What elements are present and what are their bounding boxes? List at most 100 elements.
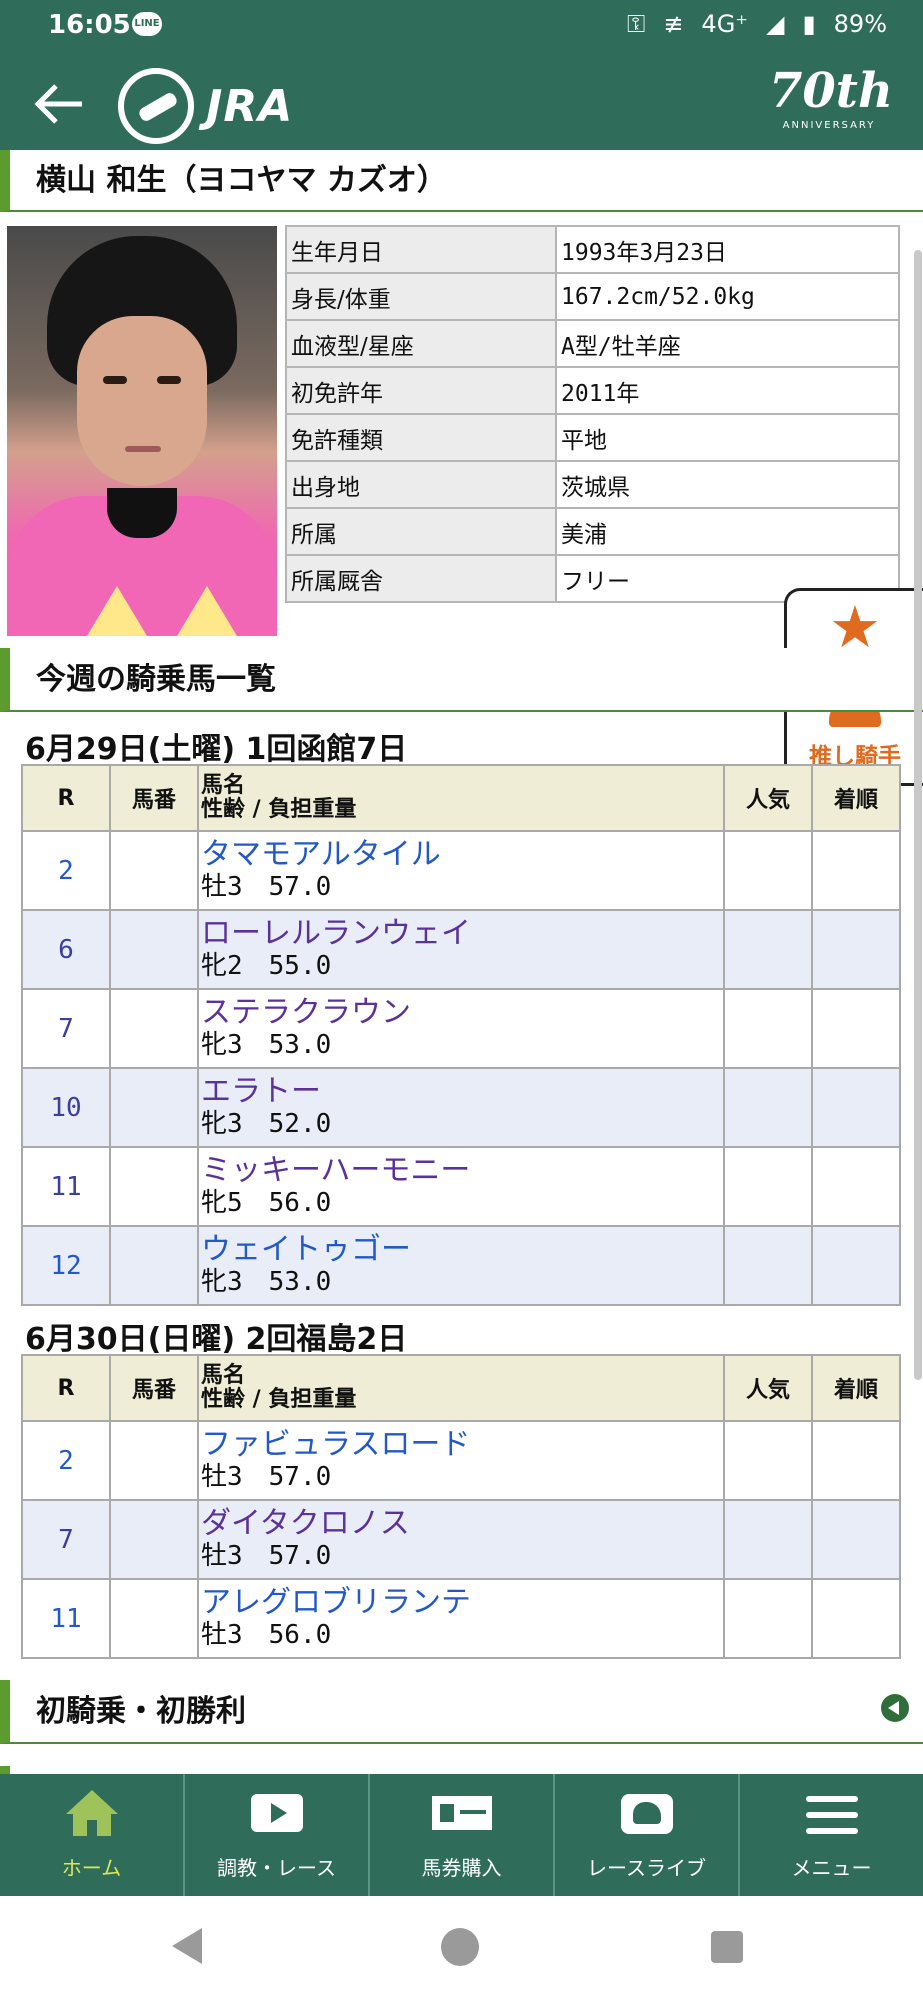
nav-ticket-label: 馬券購入 [421, 1856, 502, 1880]
header-r: R [21, 1354, 111, 1422]
profile-value: 美浦 [555, 507, 900, 556]
horse-sex-age-weight: 牝5 56.0 [201, 1187, 332, 1218]
header-horse-meta: 性齢 / 負担重量 [201, 1387, 357, 1412]
status-icons: ⚿ ≢ 4G⁺ ◢ ▮ 89% [627, 10, 887, 38]
anniversary-text: ANNIVERSARY [782, 120, 876, 131]
horse-number [109, 1225, 199, 1306]
horse-cell: ローレルランウェイ 牝2 55.0 [197, 909, 725, 990]
header-umaban: 馬番 [109, 764, 199, 832]
header-r: R [21, 764, 111, 832]
horse-number [109, 1067, 199, 1148]
horse-name-link[interactable]: ファビュラスロード [201, 1428, 723, 1461]
vpn-key-icon: ⚿ [627, 10, 646, 38]
system-recents-icon[interactable] [711, 1931, 743, 1963]
profile-value: A型/牡羊座 [555, 319, 900, 368]
ticket-icon [431, 1796, 492, 1830]
profile-value: 2011年 [555, 366, 900, 415]
race-number[interactable]: 2 [21, 1420, 111, 1501]
horse-cell: アレグロブリランテ 牡3 56.0 [197, 1578, 725, 1659]
race-row: 6 ローレルランウェイ 牝2 55.0 [21, 909, 901, 990]
race-table-day1: R 馬番 馬名 性齢 / 負担重量 人気 着順 2 タマモアルタイル 牡3 57.0 6… [21, 764, 901, 1306]
finish-cell [811, 1146, 901, 1227]
profile-label: 出身地 [285, 460, 557, 509]
popularity-cell [723, 830, 813, 911]
first-ride-section[interactable]: 初騎乗・初勝利 [0, 1680, 923, 1744]
nav-home-label: ホーム [61, 1856, 122, 1880]
horse-sex-age-weight: 牝3 53.0 [201, 1029, 332, 1060]
back-arrow-icon[interactable] [30, 74, 90, 134]
system-home-icon[interactable] [441, 1928, 479, 1966]
header-ninki: 人気 [723, 1354, 813, 1422]
header-horse: 馬名 性齢 / 負担重量 [197, 1354, 725, 1422]
finish-cell [811, 830, 901, 911]
live-icon [620, 1794, 673, 1834]
header-chakujun: 着順 [811, 1354, 901, 1422]
profile-row: 初免許年 2011年 [285, 366, 900, 415]
nav-race-live[interactable]: レースライブ [555, 1774, 740, 1896]
profile-label: 所属 [285, 507, 557, 556]
nav-home[interactable]: ホーム [0, 1774, 185, 1896]
horse-cell: ミッキーハーモニー 牝5 56.0 [197, 1146, 725, 1227]
scrollbar[interactable] [914, 250, 922, 1380]
horse-name-link[interactable]: ミッキーハーモニー [201, 1154, 723, 1187]
next-section-marker [0, 1766, 10, 1774]
profile-row: 免許種類 平地 [285, 413, 900, 462]
race-row: 12 ウェイトゥゴー 牝3 53.0 [21, 1225, 901, 1306]
horse-name-link[interactable]: ステラクラウン [201, 996, 723, 1029]
horse-name-link[interactable]: アレグロブリランテ [201, 1586, 723, 1619]
horse-name-link[interactable]: タマモアルタイル [201, 838, 723, 871]
expand-arrow-icon[interactable] [881, 1694, 909, 1722]
horse-sex-age-weight: 牡3 57.0 [201, 871, 332, 902]
popularity-cell [723, 909, 813, 990]
header-horse: 馬名 性齢 / 負担重量 [197, 764, 725, 832]
race-number[interactable]: 10 [21, 1067, 111, 1148]
horse-name-link[interactable]: ウェイトゥゴー [201, 1233, 723, 1266]
race-number[interactable]: 11 [21, 1578, 111, 1659]
header-horse-name: 馬名 [201, 773, 246, 798]
network-label: 4G⁺ [701, 10, 748, 38]
race-row: 2 ファビュラスロード 牡3 57.0 [21, 1420, 901, 1501]
horse-name-link[interactable]: ダイタクロノス [201, 1507, 723, 1540]
finish-cell [811, 988, 901, 1069]
popularity-cell [723, 1420, 813, 1501]
nav-menu[interactable]: メニュー [740, 1774, 923, 1896]
horse-sex-age-weight: 牡3 57.0 [201, 1540, 332, 1571]
profile-label: 血液型/星座 [285, 319, 557, 368]
battery-icon: ▮ [802, 10, 816, 38]
system-back-icon[interactable] [172, 1928, 202, 1964]
profile-value: 平地 [555, 413, 900, 462]
race-number[interactable]: 6 [21, 909, 111, 990]
profile-label: 初免許年 [285, 366, 557, 415]
jra-logo-text: JRA [206, 80, 294, 132]
system-navigation [0, 1896, 923, 2000]
race-number[interactable]: 11 [21, 1146, 111, 1227]
horse-sex-age-weight: 牝2 55.0 [201, 950, 332, 981]
race-number[interactable]: 7 [21, 1499, 111, 1580]
battery-level: 89% [833, 10, 887, 38]
finish-cell [811, 1067, 901, 1148]
profile-label: 免許種類 [285, 413, 557, 462]
finish-cell [811, 1225, 901, 1306]
header-chakujun: 着順 [811, 764, 901, 832]
profile-row: 身長/体重 167.2cm/52.0kg [285, 272, 900, 321]
nav-training-race[interactable]: 調教・レース [185, 1774, 370, 1896]
popularity-cell [723, 1146, 813, 1227]
first-ride-heading: 初騎乗・初勝利 [36, 1694, 246, 1729]
race-row: 2 タマモアルタイル 牡3 57.0 [21, 830, 901, 911]
jra-logo[interactable]: JRA [118, 66, 318, 146]
nav-ticket[interactable]: 馬券購入 [370, 1774, 555, 1896]
header-horse-name: 馬名 [201, 1363, 246, 1388]
finish-cell [811, 1420, 901, 1501]
menu-icon [805, 1796, 858, 1836]
race-number[interactable]: 12 [21, 1225, 111, 1306]
race-row: 11 アレグロブリランテ 牡3 56.0 [21, 1578, 901, 1659]
horse-name-link[interactable]: エラトー [201, 1075, 723, 1108]
nav-race-live-label: レースライブ [587, 1856, 706, 1880]
race-number[interactable]: 2 [21, 830, 111, 911]
horse-name-link[interactable]: ローレルランウェイ [201, 917, 723, 950]
popularity-cell [723, 1578, 813, 1659]
profile-value: 1993年3月23日 [555, 225, 900, 274]
race-number[interactable]: 7 [21, 988, 111, 1069]
profile-label: 所属厩舎 [285, 554, 557, 603]
popularity-cell [723, 1225, 813, 1306]
